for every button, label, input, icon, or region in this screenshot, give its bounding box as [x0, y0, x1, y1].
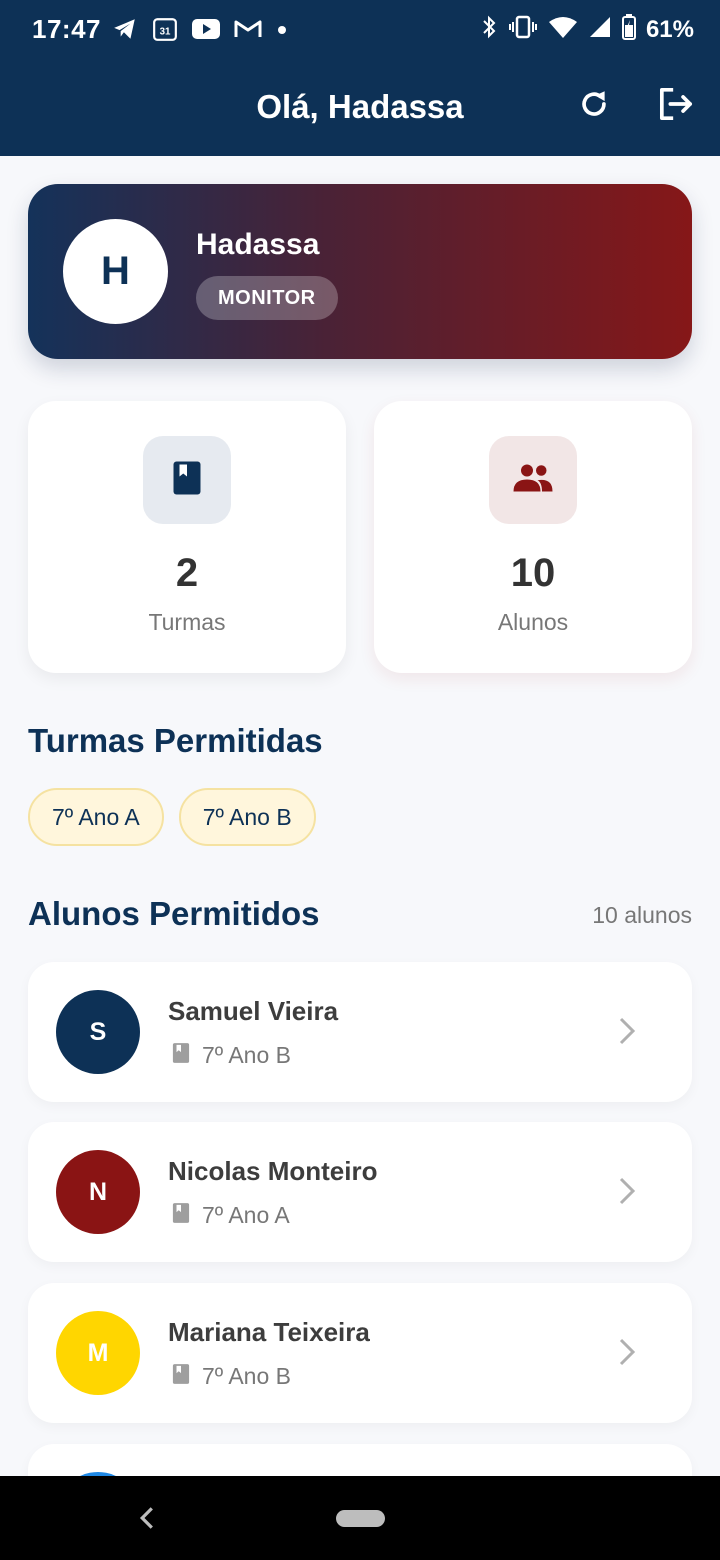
- chip-turma[interactable]: 7º Ano B: [178, 788, 316, 846]
- avatar: H: [63, 219, 168, 324]
- battery-percent: 61%: [645, 15, 694, 43]
- stat-card-alunos: 10 Alunos: [374, 401, 692, 673]
- chevron-right-icon: [618, 1176, 636, 1211]
- youtube-icon: [192, 18, 220, 45]
- notification-icons: 31: [112, 16, 288, 47]
- student-name: Nicolas Monteiro: [168, 1156, 378, 1186]
- logout-button[interactable]: [654, 84, 698, 128]
- svg-text:31: 31: [160, 26, 171, 37]
- student-class-row: 7º Ano B: [172, 1363, 291, 1390]
- stat-label: Alunos: [497, 609, 569, 635]
- calendar-icon: 31: [152, 16, 178, 47]
- profile-card: H Hadassa MONITOR: [28, 184, 692, 359]
- turmas-section-title: Turmas Permitidas: [28, 722, 323, 759]
- stat-icon-box: [143, 436, 231, 524]
- alunos-section-title: Alunos Permitidos: [28, 895, 320, 932]
- status-time: 17:47: [32, 14, 101, 44]
- app-bar: Olá, Hadassa: [0, 60, 720, 156]
- back-icon[interactable]: [136, 1502, 158, 1539]
- role-badge: MONITOR: [196, 276, 338, 320]
- vibrate-icon: [508, 15, 538, 44]
- signal-icon: [588, 15, 612, 44]
- student-class: 7º Ano A: [202, 1202, 290, 1228]
- list-item[interactable]: S Samuel Vieira 7º Ano B: [28, 962, 692, 1102]
- book-icon: [172, 1363, 190, 1390]
- wifi-icon: [548, 15, 578, 44]
- battery-icon: [621, 14, 636, 45]
- turmas-chips: 7º Ano A 7º Ano B: [28, 788, 316, 846]
- chevron-right-icon: [618, 1337, 636, 1372]
- student-name: Samuel Vieira: [168, 996, 339, 1026]
- home-pill[interactable]: [336, 1510, 385, 1527]
- main-content[interactable]: H Hadassa MONITOR 2 Turmas 10 Alunos Tur…: [0, 156, 720, 1476]
- stat-icon-box: [489, 436, 577, 524]
- student-class: 7º Ano B: [202, 1042, 291, 1068]
- telegram-icon: [112, 16, 138, 47]
- book-icon: [172, 1042, 190, 1069]
- chip-turma[interactable]: 7º Ano A: [28, 788, 164, 846]
- student-class: 7º Ano B: [202, 1363, 291, 1389]
- refresh-button[interactable]: [572, 84, 616, 128]
- list-item-partial[interactable]: [28, 1444, 692, 1476]
- profile-name: Hadassa: [196, 228, 320, 261]
- refresh-icon: [577, 87, 611, 126]
- student-name: Mariana Teixeira: [168, 1317, 370, 1347]
- alunos-count: 10 alunos: [592, 902, 692, 928]
- system-nav-bar: [0, 1476, 720, 1560]
- system-icons: 61%: [480, 14, 694, 45]
- bluetooth-icon: [480, 15, 498, 44]
- student-avatar: S: [56, 990, 140, 1074]
- student-avatar: N: [56, 1150, 140, 1234]
- list-item[interactable]: M Mariana Teixeira 7º Ano B: [28, 1283, 692, 1423]
- dot-icon: [276, 23, 288, 41]
- student-avatar: M: [56, 1311, 140, 1395]
- stat-card-turmas: 2 Turmas: [28, 401, 346, 673]
- gmail-icon: [234, 18, 262, 45]
- book-icon: [172, 460, 202, 501]
- book-icon: [172, 1202, 190, 1229]
- status-bar: 17:47 31 61%: [0, 0, 720, 60]
- stat-label: Turmas: [148, 609, 226, 635]
- chevron-right-icon: [618, 1016, 636, 1051]
- stat-value: 10: [510, 551, 556, 595]
- people-icon: [512, 463, 554, 498]
- logout-icon: [657, 87, 695, 126]
- student-class-row: 7º Ano A: [172, 1202, 290, 1229]
- student-class-row: 7º Ano B: [172, 1042, 291, 1069]
- list-item[interactable]: N Nicolas Monteiro 7º Ano A: [28, 1122, 692, 1262]
- stat-value: 2: [175, 551, 199, 595]
